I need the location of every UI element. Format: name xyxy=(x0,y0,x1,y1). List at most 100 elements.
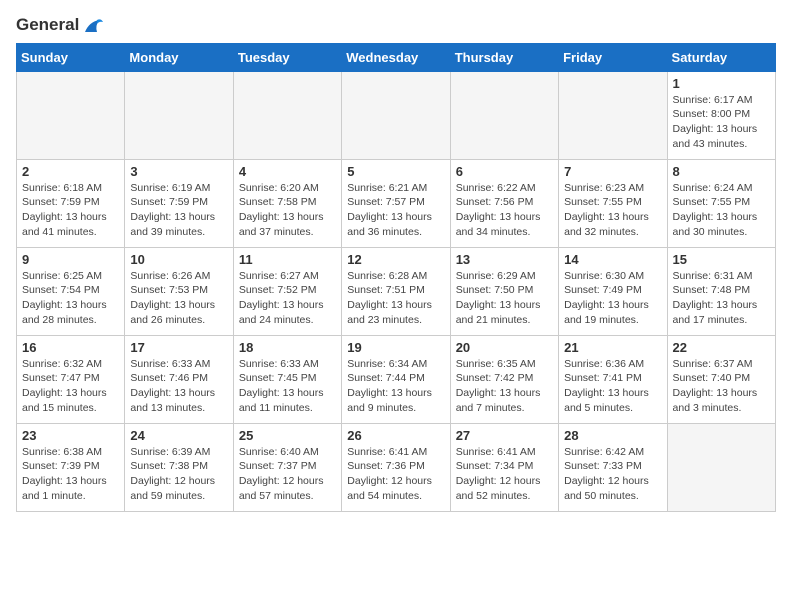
day-number: 24 xyxy=(130,428,227,443)
day-info: Sunrise: 6:22 AM Sunset: 7:56 PM Dayligh… xyxy=(456,181,553,240)
day-number: 27 xyxy=(456,428,553,443)
day-number: 28 xyxy=(564,428,661,443)
calendar-cell: 6 Sunrise: 6:22 AM Sunset: 7:56 PM Daylig… xyxy=(450,159,558,247)
day-number: 20 xyxy=(456,340,553,355)
calendar-cell: 13 Sunrise: 6:29 AM Sunset: 7:50 PM Dayli… xyxy=(450,247,558,335)
day-number: 21 xyxy=(564,340,661,355)
day-number: 5 xyxy=(347,164,444,179)
calendar-cell: 20 Sunrise: 6:35 AM Sunset: 7:42 PM Dayli… xyxy=(450,335,558,423)
day-number: 15 xyxy=(673,252,770,267)
header-sunday: Sunday xyxy=(17,43,125,71)
day-info: Sunrise: 6:41 AM Sunset: 7:36 PM Dayligh… xyxy=(347,445,444,504)
calendar-cell xyxy=(667,423,775,511)
day-info: Sunrise: 6:37 AM Sunset: 7:40 PM Dayligh… xyxy=(673,357,770,416)
day-number: 8 xyxy=(673,164,770,179)
header-friday: Friday xyxy=(559,43,667,71)
day-number: 3 xyxy=(130,164,227,179)
day-info: Sunrise: 6:20 AM Sunset: 7:58 PM Dayligh… xyxy=(239,181,336,240)
calendar-week-row: 16 Sunrise: 6:32 AM Sunset: 7:47 PM Dayli… xyxy=(17,335,776,423)
calendar-cell: 10Sunrise: 6:26 AM Sunset: 7:53 PM Dayli… xyxy=(125,247,233,335)
calendar-cell: 7 Sunrise: 6:23 AM Sunset: 7:55 PM Daylig… xyxy=(559,159,667,247)
header-monday: Monday xyxy=(125,43,233,71)
calendar-cell: 25 Sunrise: 6:40 AM Sunset: 7:37 PM Dayli… xyxy=(233,423,341,511)
calendar-cell: 12 Sunrise: 6:28 AM Sunset: 7:51 PM Dayli… xyxy=(342,247,450,335)
header-saturday: Saturday xyxy=(667,43,775,71)
calendar-week-row: 9 Sunrise: 6:25 AM Sunset: 7:54 PM Daylig… xyxy=(17,247,776,335)
calendar-cell: 9 Sunrise: 6:25 AM Sunset: 7:54 PM Daylig… xyxy=(17,247,125,335)
header-thursday: Thursday xyxy=(450,43,558,71)
calendar-cell: 24 Sunrise: 6:39 AM Sunset: 7:38 PM Dayli… xyxy=(125,423,233,511)
day-info: Sunrise: 6:35 AM Sunset: 7:42 PM Dayligh… xyxy=(456,357,553,416)
day-number: 25 xyxy=(239,428,336,443)
day-info: Sunrise: 6:34 AM Sunset: 7:44 PM Dayligh… xyxy=(347,357,444,416)
day-number: 17 xyxy=(130,340,227,355)
day-number: 16 xyxy=(22,340,119,355)
header-tuesday: Tuesday xyxy=(233,43,341,71)
calendar-cell xyxy=(559,71,667,159)
calendar-cell: 2 Sunrise: 6:18 AM Sunset: 7:59 PM Daylig… xyxy=(17,159,125,247)
calendar-cell: 23 Sunrise: 6:38 AM Sunset: 7:39 PM Dayli… xyxy=(17,423,125,511)
calendar-cell: 28 Sunrise: 6:42 AM Sunset: 7:33 PM Dayli… xyxy=(559,423,667,511)
calendar-cell: 15Sunrise: 6:31 AM Sunset: 7:48 PM Dayli… xyxy=(667,247,775,335)
day-info: Sunrise: 6:27 AM Sunset: 7:52 PM Dayligh… xyxy=(239,269,336,328)
day-number: 7 xyxy=(564,164,661,179)
day-info: Sunrise: 6:32 AM Sunset: 7:47 PM Dayligh… xyxy=(22,357,119,416)
day-info: Sunrise: 6:25 AM Sunset: 7:54 PM Dayligh… xyxy=(22,269,119,328)
calendar-table: SundayMondayTuesdayWednesdayThursdayFrid… xyxy=(16,43,776,512)
day-number: 9 xyxy=(22,252,119,267)
calendar-week-row: 1 Sunrise: 6:17 AM Sunset: 8:00 PM Daylig… xyxy=(17,71,776,159)
calendar-cell: 27 Sunrise: 6:41 AM Sunset: 7:34 PM Dayli… xyxy=(450,423,558,511)
calendar-cell: 21 Sunrise: 6:36 AM Sunset: 7:41 PM Dayli… xyxy=(559,335,667,423)
page-header: General xyxy=(16,16,776,35)
calendar-cell: 19 Sunrise: 6:34 AM Sunset: 7:44 PM Dayli… xyxy=(342,335,450,423)
day-number: 12 xyxy=(347,252,444,267)
day-info: Sunrise: 6:24 AM Sunset: 7:55 PM Dayligh… xyxy=(673,181,770,240)
day-info: Sunrise: 6:33 AM Sunset: 7:46 PM Dayligh… xyxy=(130,357,227,416)
day-info: Sunrise: 6:40 AM Sunset: 7:37 PM Dayligh… xyxy=(239,445,336,504)
calendar-cell: 5 Sunrise: 6:21 AM Sunset: 7:57 PM Daylig… xyxy=(342,159,450,247)
calendar-cell: 18 Sunrise: 6:33 AM Sunset: 7:45 PM Dayli… xyxy=(233,335,341,423)
calendar-cell: 14 Sunrise: 6:30 AM Sunset: 7:49 PM Dayli… xyxy=(559,247,667,335)
day-info: Sunrise: 6:23 AM Sunset: 7:55 PM Dayligh… xyxy=(564,181,661,240)
calendar-cell: 17 Sunrise: 6:33 AM Sunset: 7:46 PM Dayli… xyxy=(125,335,233,423)
day-info: Sunrise: 6:28 AM Sunset: 7:51 PM Dayligh… xyxy=(347,269,444,328)
day-info: Sunrise: 6:26 AM Sunset: 7:53 PM Dayligh… xyxy=(130,269,227,328)
day-info: Sunrise: 6:19 AM Sunset: 7:59 PM Dayligh… xyxy=(130,181,227,240)
day-info: Sunrise: 6:29 AM Sunset: 7:50 PM Dayligh… xyxy=(456,269,553,328)
day-number: 14 xyxy=(564,252,661,267)
calendar-cell: 11Sunrise: 6:27 AM Sunset: 7:52 PM Dayli… xyxy=(233,247,341,335)
day-number: 19 xyxy=(347,340,444,355)
day-number: 4 xyxy=(239,164,336,179)
day-info: Sunrise: 6:41 AM Sunset: 7:34 PM Dayligh… xyxy=(456,445,553,504)
day-info: Sunrise: 6:30 AM Sunset: 7:49 PM Dayligh… xyxy=(564,269,661,328)
day-info: Sunrise: 6:18 AM Sunset: 7:59 PM Dayligh… xyxy=(22,181,119,240)
calendar-cell: 22 Sunrise: 6:37 AM Sunset: 7:40 PM Dayli… xyxy=(667,335,775,423)
day-number: 6 xyxy=(456,164,553,179)
calendar-cell xyxy=(233,71,341,159)
day-info: Sunrise: 6:36 AM Sunset: 7:41 PM Dayligh… xyxy=(564,357,661,416)
calendar-cell: 26Sunrise: 6:41 AM Sunset: 7:36 PM Dayli… xyxy=(342,423,450,511)
day-info: Sunrise: 6:42 AM Sunset: 7:33 PM Dayligh… xyxy=(564,445,661,504)
calendar-cell xyxy=(125,71,233,159)
day-info: Sunrise: 6:33 AM Sunset: 7:45 PM Dayligh… xyxy=(239,357,336,416)
day-info: Sunrise: 6:39 AM Sunset: 7:38 PM Dayligh… xyxy=(130,445,227,504)
header-wednesday: Wednesday xyxy=(342,43,450,71)
calendar-cell: 1 Sunrise: 6:17 AM Sunset: 8:00 PM Daylig… xyxy=(667,71,775,159)
calendar-cell: 3 Sunrise: 6:19 AM Sunset: 7:59 PM Daylig… xyxy=(125,159,233,247)
day-number: 18 xyxy=(239,340,336,355)
calendar-week-row: 2 Sunrise: 6:18 AM Sunset: 7:59 PM Daylig… xyxy=(17,159,776,247)
day-number: 22 xyxy=(673,340,770,355)
day-number: 13 xyxy=(456,252,553,267)
day-info: Sunrise: 6:21 AM Sunset: 7:57 PM Dayligh… xyxy=(347,181,444,240)
calendar-cell xyxy=(342,71,450,159)
day-info: Sunrise: 6:38 AM Sunset: 7:39 PM Dayligh… xyxy=(22,445,119,504)
day-number: 23 xyxy=(22,428,119,443)
logo: General xyxy=(16,16,103,35)
calendar-cell xyxy=(450,71,558,159)
day-number: 2 xyxy=(22,164,119,179)
calendar-header-row: SundayMondayTuesdayWednesdayThursdayFrid… xyxy=(17,43,776,71)
day-number: 1 xyxy=(673,76,770,91)
day-info: Sunrise: 6:17 AM Sunset: 8:00 PM Dayligh… xyxy=(673,93,770,152)
calendar-cell: 4 Sunrise: 6:20 AM Sunset: 7:58 PM Daylig… xyxy=(233,159,341,247)
calendar-cell xyxy=(17,71,125,159)
